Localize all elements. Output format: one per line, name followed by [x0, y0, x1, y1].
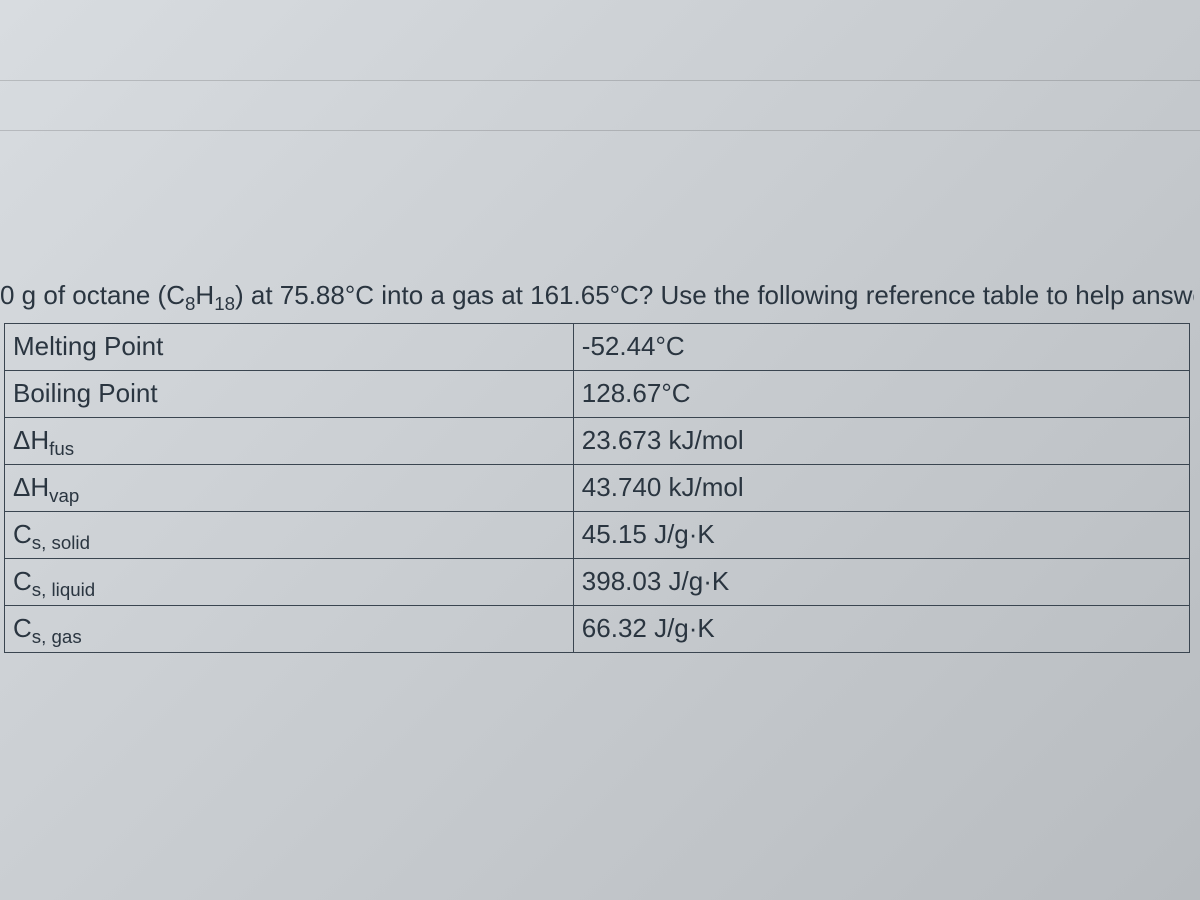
question-frag-1: 0 g of octane (C [0, 280, 185, 310]
value-cell: 398.03 J/g·K [573, 559, 1189, 606]
property-value: 128.67°C [582, 378, 691, 408]
table-row: ΔHvap 43.740 kJ/mol [5, 465, 1190, 512]
question-sub-1: 8 [185, 293, 195, 313]
question-text: 0 g of octane (C8H18) at 75.88°C into a … [0, 278, 1194, 313]
property-value: 66.32 J/g·K [582, 613, 715, 643]
property-label-sub: s, liquid [32, 579, 95, 600]
value-cell: 45.15 J/g·K [573, 512, 1189, 559]
property-cell: Melting Point [5, 324, 574, 371]
value-cell: 66.32 J/g·K [573, 606, 1189, 653]
table-row: Boiling Point 128.67°C [5, 371, 1190, 418]
property-label: Melting Point [13, 331, 163, 361]
property-cell: Cs, gas [5, 606, 574, 653]
property-cell: ΔHvap [5, 465, 574, 512]
property-label-symbol: C [13, 566, 32, 596]
property-value: 23.673 kJ/mol [582, 425, 744, 455]
property-label-sub: vap [49, 485, 79, 506]
property-label-symbol: ΔH [13, 425, 49, 455]
property-cell: Boiling Point [5, 371, 574, 418]
property-value: 45.15 J/g·K [582, 519, 715, 549]
property-label-sub: s, gas [32, 626, 82, 647]
divider-second [0, 130, 1200, 131]
value-cell: 128.67°C [573, 371, 1189, 418]
reference-table: Melting Point -52.44°C Boiling Point 128… [4, 323, 1190, 653]
value-cell: 23.673 kJ/mol [573, 418, 1189, 465]
property-label-sub: fus [49, 438, 74, 459]
question-frag-2: H [195, 280, 214, 310]
table-row: Cs, liquid 398.03 J/g·K [5, 559, 1190, 606]
property-value: 398.03 J/g·K [582, 566, 729, 596]
question-block: 0 g of octane (C8H18) at 75.88°C into a … [0, 278, 1200, 653]
question-sub-2: 18 [214, 293, 235, 313]
property-cell: Cs, liquid [5, 559, 574, 606]
property-cell: ΔHfus [5, 418, 574, 465]
property-label-sub: s, solid [32, 532, 90, 553]
property-cell: Cs, solid [5, 512, 574, 559]
table-row: Melting Point -52.44°C [5, 324, 1190, 371]
property-label-symbol: C [13, 613, 32, 643]
table-row: Cs, solid 45.15 J/g·K [5, 512, 1190, 559]
value-cell: -52.44°C [573, 324, 1189, 371]
property-value: 43.740 kJ/mol [582, 472, 744, 502]
table-row: Cs, gas 66.32 J/g·K [5, 606, 1190, 653]
divider-top [0, 80, 1200, 81]
question-frag-3: ) at 75.88°C into a gas at 161.65°C? Use… [235, 280, 1194, 310]
property-value: -52.44°C [582, 331, 685, 361]
value-cell: 43.740 kJ/mol [573, 465, 1189, 512]
property-label-symbol: ΔH [13, 472, 49, 502]
table-row: ΔHfus 23.673 kJ/mol [5, 418, 1190, 465]
property-label-symbol: C [13, 519, 32, 549]
property-label: Boiling Point [13, 378, 158, 408]
